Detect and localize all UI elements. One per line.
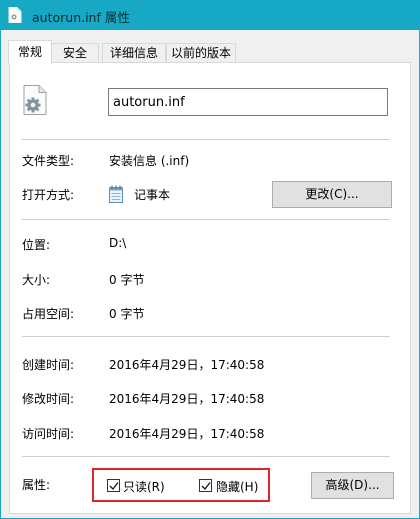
created-label: 创建时间:	[22, 358, 75, 372]
separator	[22, 336, 390, 337]
checkmark-icon	[201, 482, 211, 491]
opens-with-label: 打开方式:	[22, 188, 75, 202]
readonly-checkbox[interactable]	[107, 479, 120, 492]
file-name-input[interactable]	[108, 88, 388, 116]
change-button[interactable]: 更改(C)...	[272, 181, 392, 208]
opens-with-value: 记事本	[134, 188, 171, 202]
advanced-button[interactable]: 高级(D)...	[311, 472, 394, 499]
tab-general[interactable]: 常规	[8, 40, 52, 64]
accessed-value: 2016年4月29日，17:40:58	[109, 427, 265, 441]
attributes-label: 属性:	[22, 478, 51, 492]
tab-page-general	[9, 62, 411, 514]
separator	[22, 219, 390, 220]
modified-value: 2016年4月29日，17:40:58	[109, 392, 265, 406]
size-value: 0 字节	[109, 273, 145, 287]
separator	[22, 456, 390, 457]
accessed-label: 访问时间:	[22, 427, 75, 441]
file-type-label: 文件类型:	[22, 154, 75, 168]
size-label: 大小:	[22, 273, 51, 287]
window-title: autorun.inf 属性	[32, 10, 130, 25]
file-type-value: 安装信息 (.inf)	[109, 154, 190, 168]
tab-previous-versions[interactable]: 以前的版本	[166, 43, 236, 63]
hidden-checkbox[interactable]	[199, 479, 212, 492]
document-gear-icon	[22, 85, 48, 115]
checkmark-icon	[109, 482, 119, 491]
size-on-disk-value: 0 字节	[109, 307, 145, 321]
document-gear-icon	[8, 7, 22, 23]
modified-label: 修改时间:	[22, 392, 75, 406]
hidden-label[interactable]: 隐藏(H)	[216, 478, 258, 495]
location-value: D:\	[109, 236, 127, 250]
notepad-icon	[109, 185, 123, 203]
tab-security[interactable]: 安全	[51, 43, 99, 63]
location-label: 位置:	[22, 238, 51, 252]
separator	[22, 139, 390, 140]
size-on-disk-label: 占用空间:	[22, 307, 75, 321]
tab-details[interactable]: 详细信息	[102, 43, 166, 63]
created-value: 2016年4月29日，17:40:58	[109, 358, 265, 372]
readonly-label[interactable]: 只读(R)	[123, 478, 165, 495]
